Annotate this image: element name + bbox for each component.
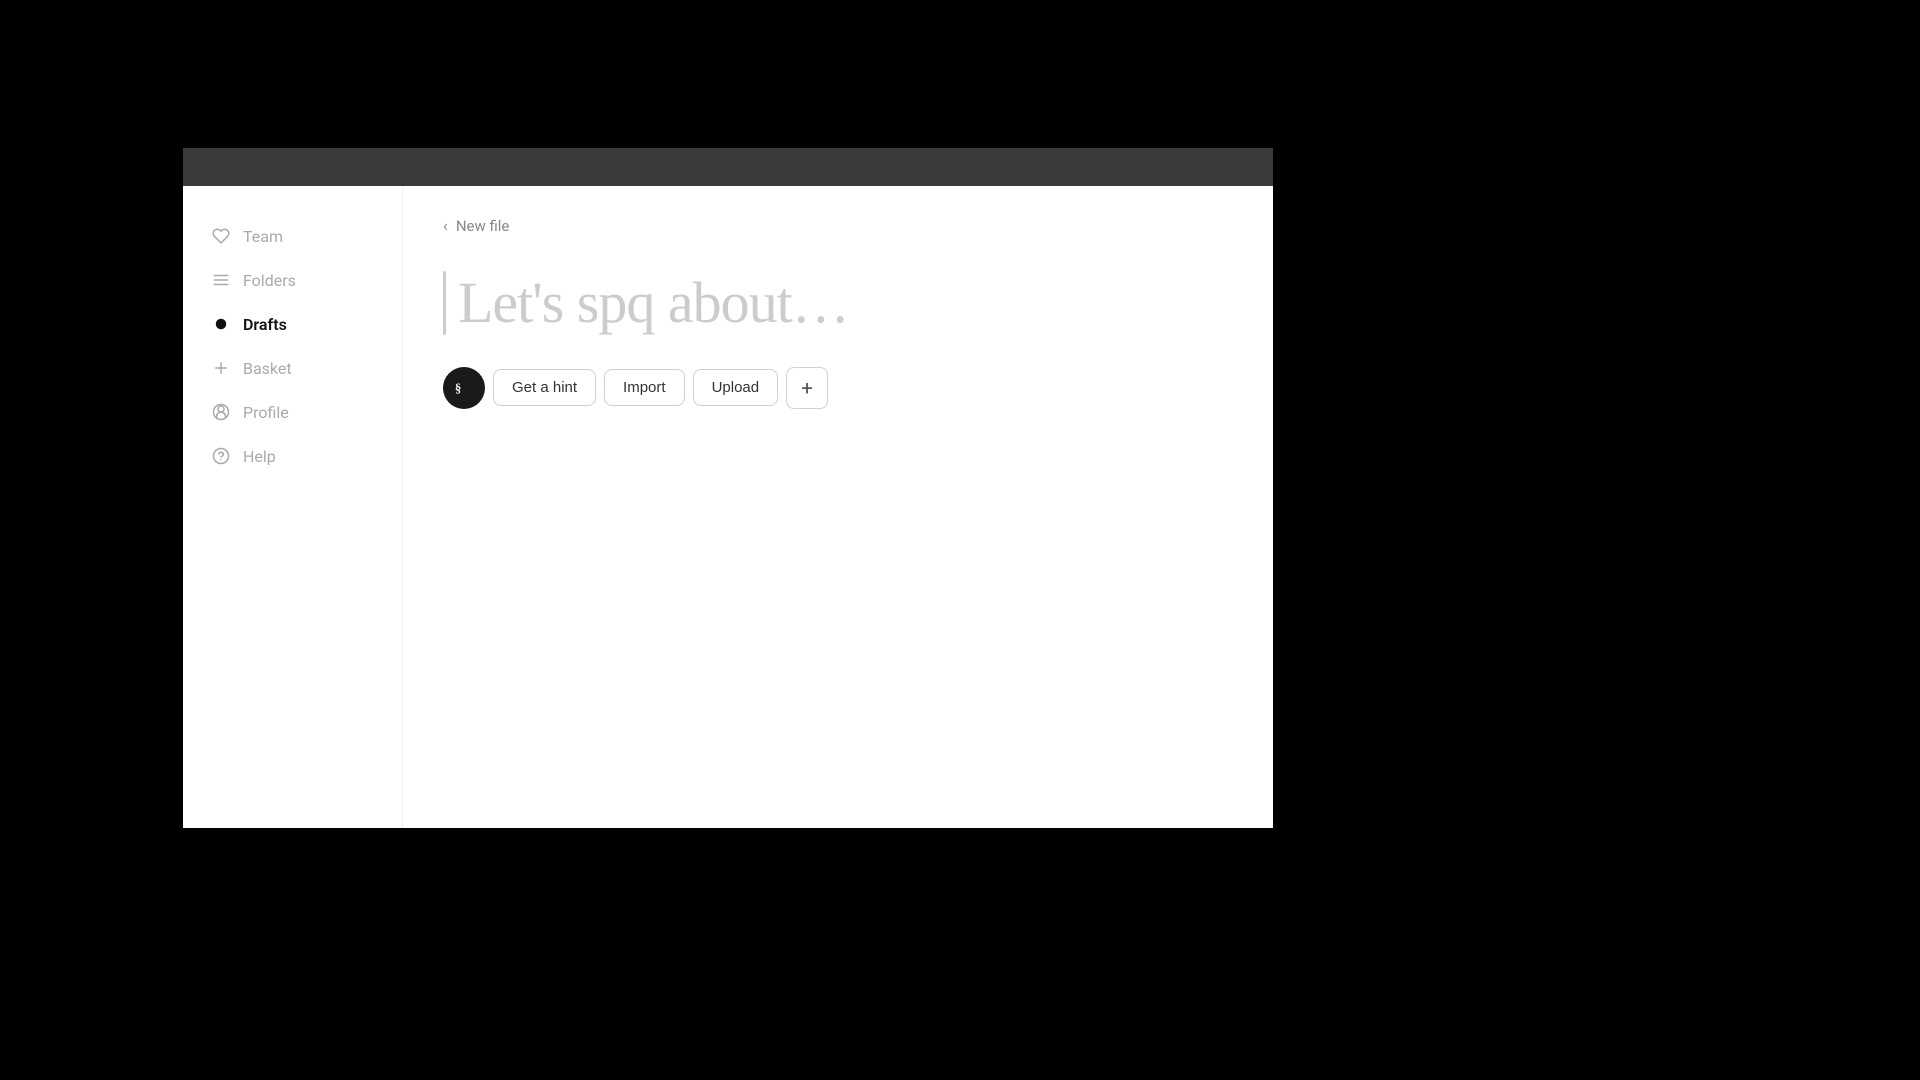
sidebar-item-folders[interactable]: Folders	[183, 260, 402, 300]
back-chevron-icon: ‹	[443, 216, 448, 235]
logo-icon: §	[453, 377, 475, 399]
sidebar-item-profile[interactable]: Profile	[183, 392, 402, 432]
sidebar-profile-label: Profile	[243, 403, 289, 422]
upload-button[interactable]: Upload	[693, 369, 779, 406]
plus-button[interactable]: +	[786, 367, 828, 409]
heart-icon	[211, 226, 231, 246]
svg-text:§: §	[455, 381, 461, 395]
top-bar	[183, 148, 1273, 186]
get-hint-button[interactable]: Get a hint	[493, 369, 596, 406]
sidebar-folders-label: Folders	[243, 271, 296, 290]
main-content: ‹ New file Let's spq about… § Get a hint…	[403, 186, 1273, 828]
title-cursor	[443, 271, 446, 335]
folders-icon	[211, 270, 231, 290]
plus-icon: +	[801, 376, 812, 400]
sidebar-basket-label: Basket	[243, 359, 292, 378]
title-placeholder[interactable]: Let's spq about…	[458, 271, 849, 335]
sidebar-team-label: Team	[243, 227, 283, 246]
sidebar-item-drafts[interactable]: Drafts	[183, 304, 402, 344]
sidebar-item-basket[interactable]: Basket	[183, 348, 402, 388]
import-button[interactable]: Import	[604, 369, 685, 406]
sidebar-drafts-label: Drafts	[243, 315, 287, 334]
drafts-icon	[211, 314, 231, 334]
sidebar-help-label: Help	[243, 447, 276, 466]
help-icon	[211, 446, 231, 466]
sidebar: Team Folders Drafts	[183, 186, 403, 828]
back-nav-label: New file	[456, 217, 510, 235]
title-area: Let's spq about…	[443, 271, 1233, 335]
back-nav[interactable]: ‹ New file	[443, 216, 1233, 235]
logo-button[interactable]: §	[443, 367, 485, 409]
sidebar-item-help[interactable]: Help	[183, 436, 402, 476]
basket-icon	[211, 358, 231, 378]
content-area: Team Folders Drafts	[183, 186, 1273, 828]
sidebar-item-team[interactable]: Team	[183, 216, 402, 256]
profile-icon	[211, 402, 231, 422]
actions-row: § Get a hint Import Upload +	[443, 367, 1233, 409]
